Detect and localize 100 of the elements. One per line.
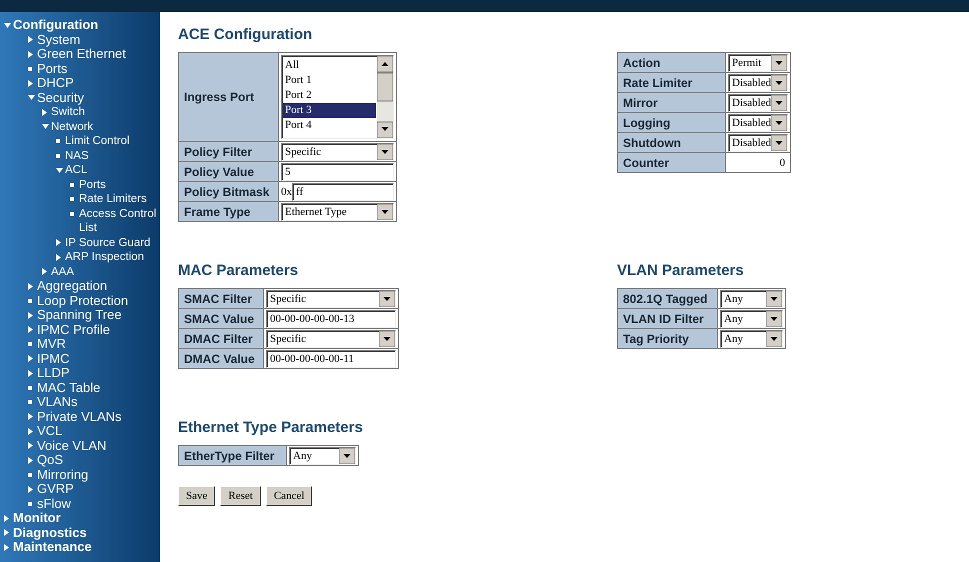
dropdown[interactable]: Any: [289, 446, 356, 464]
collapsed-arrow-icon[interactable]: [28, 282, 33, 290]
nav-item[interactable]: DHCP: [37, 76, 74, 90]
dropdown-arrow-icon[interactable]: [766, 290, 782, 306]
dropdown-arrow-icon[interactable]: [771, 134, 788, 150]
nav-item[interactable]: Rate Limiters: [79, 192, 147, 206]
nav-item[interactable]: Monitor: [13, 511, 61, 526]
nav-item[interactable]: VCL: [37, 424, 62, 438]
nav-item[interactable]: MVR: [37, 337, 66, 352]
dropdown[interactable]: Ethernet Type: [281, 202, 394, 220]
form-button[interactable]: Cancel: [266, 486, 312, 506]
nav-item[interactable]: IP Source Guard: [65, 236, 150, 250]
collapsed-arrow-icon[interactable]: [28, 442, 33, 450]
collapsed-arrow-icon[interactable]: [28, 50, 33, 58]
nav-item[interactable]: IPMC: [37, 352, 70, 366]
collapsed-arrow-icon[interactable]: [4, 514, 9, 522]
nav-item[interactable]: Security: [37, 90, 84, 105]
dropdown-arrow-icon[interactable]: [771, 94, 788, 110]
dropdown-arrow-icon[interactable]: [766, 330, 782, 346]
nav-item[interactable]: VLANs: [37, 395, 78, 410]
dropdown[interactable]: Specific: [281, 142, 394, 160]
input-field[interactable]: 00-00-00-00-00-13: [266, 310, 396, 328]
dropdown-arrow-icon[interactable]: [339, 448, 355, 464]
list-option[interactable]: All: [283, 58, 376, 73]
dropdown[interactable]: Disabled: [728, 114, 788, 132]
nav-item[interactable]: QoS: [37, 453, 64, 468]
nav-item[interactable]: Diagnostics: [13, 526, 87, 540]
dropdown[interactable]: Disabled: [728, 94, 788, 112]
nav-item[interactable]: ARP Inspection: [65, 250, 144, 264]
port-listbox[interactable]: All Port 1 Port 2 Port 3 Port 4: [281, 55, 394, 139]
collapsed-arrow-icon[interactable]: [56, 239, 61, 246]
collapsed-arrow-icon[interactable]: [28, 80, 33, 87]
list-option[interactable]: Port 1: [283, 73, 376, 88]
expanded-arrow-icon[interactable]: [56, 168, 63, 173]
dropdown[interactable]: Any: [720, 290, 783, 308]
nav-item[interactable]: System: [37, 32, 80, 47]
nav-item[interactable]: Switch: [51, 105, 85, 120]
nav-item[interactable]: LLDP: [37, 366, 70, 380]
nav-item[interactable]: GVRP: [37, 482, 74, 496]
collapsed-arrow-icon[interactable]: [28, 370, 33, 377]
nav-item[interactable]: Green Ethernet: [37, 47, 126, 62]
nav-item[interactable]: Ports: [37, 62, 68, 76]
input-field[interactable]: ff: [292, 182, 394, 200]
expanded-arrow-icon[interactable]: [42, 124, 49, 130]
nav-item[interactable]: Maintenance: [13, 540, 92, 554]
nav-item[interactable]: Spanning Tree: [37, 308, 122, 322]
dropdown-arrow-icon[interactable]: [379, 330, 395, 346]
dropdown[interactable]: Permit: [728, 54, 788, 72]
dropdown-arrow-icon[interactable]: [766, 310, 782, 326]
dropdown[interactable]: Specific: [266, 290, 396, 308]
nav-item[interactable]: Ports: [79, 178, 106, 192]
collapsed-arrow-icon[interactable]: [28, 312, 33, 319]
collapsed-arrow-icon[interactable]: [28, 413, 33, 420]
nav-item[interactable]: IPMC Profile: [37, 322, 110, 337]
input-field[interactable]: 5: [281, 162, 394, 180]
dropdown-arrow-icon[interactable]: [771, 74, 788, 90]
form-button[interactable]: Save: [178, 486, 216, 506]
dropdown-arrow-icon[interactable]: [771, 54, 788, 70]
scrollbar[interactable]: [377, 56, 393, 138]
collapsed-arrow-icon[interactable]: [28, 486, 33, 493]
nav-item[interactable]: Configuration: [13, 18, 98, 32]
expanded-arrow-icon[interactable]: [28, 95, 35, 100]
list-option[interactable]: Port 2: [283, 88, 376, 103]
nav-item[interactable]: Mirroring: [37, 468, 88, 482]
collapsed-arrow-icon[interactable]: [56, 254, 61, 261]
form-button[interactable]: Reset: [220, 486, 261, 506]
dropdown[interactable]: Any: [720, 330, 783, 348]
nav-item[interactable]: ACL: [65, 163, 88, 178]
nav-item[interactable]: Private VLANs: [37, 410, 122, 424]
nav-item[interactable]: NAS: [65, 148, 89, 163]
nav-item[interactable]: AAA: [51, 264, 74, 279]
collapsed-arrow-icon[interactable]: [28, 428, 33, 435]
expanded-arrow-icon[interactable]: [4, 22, 11, 28]
collapsed-arrow-icon[interactable]: [28, 326, 33, 334]
collapsed-arrow-icon[interactable]: [42, 108, 47, 116]
dropdown[interactable]: Disabled: [728, 134, 788, 152]
dropdown[interactable]: Specific: [266, 330, 396, 348]
collapsed-arrow-icon[interactable]: [28, 355, 33, 362]
dropdown-arrow-icon[interactable]: [377, 204, 393, 220]
nav-item[interactable]: Loop Protection: [37, 294, 128, 308]
nav-item[interactable]: Network: [51, 120, 94, 134]
nav-item[interactable]: Access Control List: [79, 206, 160, 236]
collapsed-arrow-icon[interactable]: [4, 529, 9, 536]
collapsed-arrow-icon[interactable]: [28, 36, 33, 44]
list-option[interactable]: Port 3: [283, 103, 376, 118]
nav-item[interactable]: Voice VLAN: [37, 438, 106, 453]
dropdown[interactable]: Disabled: [728, 74, 788, 92]
nav-item[interactable]: MAC Table: [37, 380, 100, 395]
dropdown-arrow-icon[interactable]: [377, 144, 393, 160]
dropdown-arrow-icon[interactable]: [771, 114, 788, 130]
input-field[interactable]: 00-00-00-00-00-11: [266, 350, 396, 368]
nav-item[interactable]: Aggregation: [37, 279, 108, 294]
dropdown-arrow-icon[interactable]: [379, 290, 395, 306]
nav-item[interactable]: Limit Control: [65, 134, 130, 148]
nav-item[interactable]: sFlow: [37, 496, 71, 511]
dropdown[interactable]: Any: [720, 310, 783, 328]
collapsed-arrow-icon[interactable]: [28, 456, 33, 464]
list-option[interactable]: Port 4: [283, 118, 376, 133]
collapsed-arrow-icon[interactable]: [4, 544, 9, 551]
collapsed-arrow-icon[interactable]: [42, 268, 47, 276]
